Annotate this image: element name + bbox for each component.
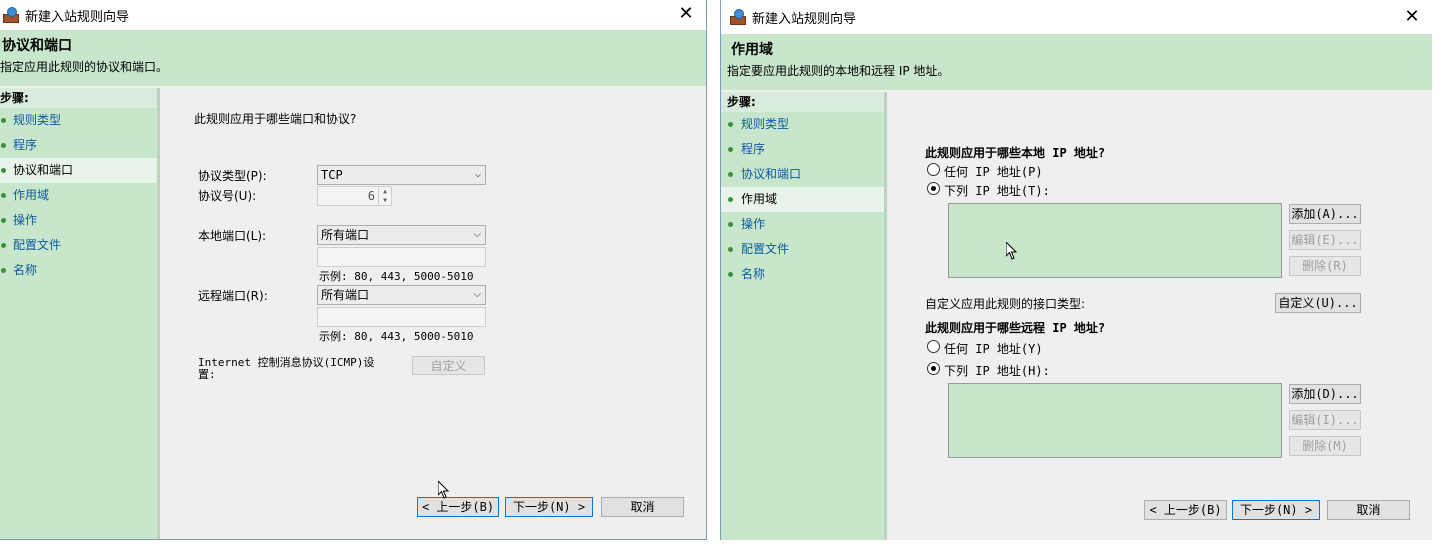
bullet-icon <box>728 197 733 202</box>
step-scope[interactable]: 作用域 <box>721 187 884 212</box>
firewall-icon <box>730 9 746 25</box>
chevron-down-icon: ⌵ <box>473 289 481 300</box>
window-title: 新建入站规则向导 <box>25 9 130 25</box>
page-header: 协议和端口 指定应用此规则的协议和端口。 <box>0 30 706 86</box>
chevron-down-icon: ⌵ <box>474 169 481 180</box>
icmp-customize-button[interactable]: 自定义 <box>412 356 485 375</box>
step-rule-type[interactable]: 规则类型 <box>0 108 157 133</box>
steps-heading: 步骤: <box>721 92 884 112</box>
remote-port-label: 远程端口(R): <box>198 289 268 303</box>
step-scope[interactable]: 作用域 <box>0 183 157 208</box>
local-add-button[interactable]: 添加(A)... <box>1289 204 1361 224</box>
protocol-number-label: 协议号(U): <box>198 189 257 203</box>
next-button[interactable]: 下一步(N) > <box>1232 500 1320 520</box>
page-description: 指定应用此规则的协议和端口。 <box>0 60 169 74</box>
remote-any-ip-radio[interactable] <box>927 340 940 353</box>
bullet-icon <box>728 247 733 252</box>
window-title: 新建入站规则向导 <box>752 11 857 27</box>
firewall-icon <box>3 7 19 23</box>
bullet-icon <box>728 272 733 277</box>
remote-port-input[interactable] <box>317 307 486 327</box>
content-area: 此规则应用于哪些本地 IP 地址? 任何 IP 地址(P) 下列 IP 地址(T… <box>884 92 1432 540</box>
protocol-type-label: 协议类型(P): <box>198 169 267 183</box>
bullet-icon <box>728 147 733 152</box>
title-bar: 新建入站规则向导 ✕ <box>0 0 706 30</box>
step-profile[interactable]: 配置文件 <box>0 233 157 258</box>
next-button[interactable]: 下一步(N) > <box>505 497 593 517</box>
wizard-window-protocol-ports: 新建入站规则向导 ✕ 协议和端口 指定应用此规则的协议和端口。 步骤: 规则类型… <box>0 0 707 540</box>
bullet-icon <box>1 218 6 223</box>
page-header: 作用域 指定要应用此规则的本地和远程 IP 地址。 <box>721 34 1432 90</box>
step-program[interactable]: 程序 <box>721 137 884 162</box>
bullet-icon <box>1 118 6 123</box>
local-remove-button[interactable]: 删除(R) <box>1289 256 1361 276</box>
wizard-window-scope: 新建入站规则向导 ✕ 作用域 指定要应用此规则的本地和远程 IP 地址。 步骤:… <box>720 0 1432 540</box>
local-port-example: 示例: 80, 443, 5000-5010 <box>319 270 474 283</box>
step-action[interactable]: 操作 <box>721 212 884 237</box>
bullet-icon <box>1 193 6 198</box>
interface-customize-button[interactable]: 自定义(U)... <box>1275 293 1361 313</box>
local-ip-list[interactable] <box>948 203 1282 278</box>
bullet-icon <box>1 243 6 248</box>
step-protocol-ports[interactable]: 协议和端口 <box>721 162 884 187</box>
steps-panel: 步骤: 规则类型 程序 协议和端口 作用域 操作 配置文件 名称 <box>721 92 884 540</box>
cancel-button[interactable]: 取消 <box>601 497 684 517</box>
step-action[interactable]: 操作 <box>0 208 157 233</box>
local-edit-button[interactable]: 编辑(E)... <box>1289 230 1361 250</box>
close-icon[interactable]: ✕ <box>1402 7 1422 27</box>
protocol-type-select[interactable]: TCP ⌵ <box>317 165 486 185</box>
remote-port-select[interactable]: 所有端口 ⌵ <box>317 285 486 305</box>
steps-panel: 步骤: 规则类型 程序 协议和端口 作用域 操作 配置文件 名称 <box>0 88 157 539</box>
question-label: 此规则应用于哪些端口和协议? <box>194 112 357 126</box>
bullet-icon <box>1 168 6 173</box>
icmp-label: Internet 控制消息协议(ICMP)设置: <box>198 356 375 381</box>
steps-heading: 步骤: <box>0 88 157 108</box>
protocol-number-stepper[interactable]: 6 ▲ ▼ <box>317 186 392 206</box>
step-profile[interactable]: 配置文件 <box>721 237 884 262</box>
remote-add-button[interactable]: 添加(D)... <box>1289 384 1361 404</box>
local-any-ip-label: 任何 IP 地址(P) <box>944 165 1043 179</box>
chevron-down-icon: ⌵ <box>473 229 481 240</box>
step-rule-type[interactable]: 规则类型 <box>721 112 884 137</box>
local-list-ip-label: 下列 IP 地址(T): <box>944 184 1050 198</box>
interface-type-label: 自定义应用此规则的接口类型: <box>925 297 1086 311</box>
bullet-icon <box>1 268 6 273</box>
local-list-ip-radio[interactable] <box>927 182 940 195</box>
local-port-select[interactable]: 所有端口 ⌵ <box>317 225 486 245</box>
remote-remove-button[interactable]: 删除(M) <box>1289 436 1361 456</box>
local-ip-question: 此规则应用于哪些本地 IP 地址? <box>925 146 1106 160</box>
local-port-input[interactable] <box>317 247 486 267</box>
local-any-ip-radio[interactable] <box>927 163 940 176</box>
remote-any-ip-label: 任何 IP 地址(Y) <box>944 342 1043 356</box>
local-port-label: 本地端口(L): <box>198 229 267 243</box>
title-bar: 新建入站规则向导 ✕ <box>721 0 1432 34</box>
remote-port-example: 示例: 80, 443, 5000-5010 <box>319 330 474 343</box>
remote-list-ip-label: 下列 IP 地址(H): <box>944 364 1050 378</box>
back-button[interactable]: < 上一步(B) <box>1144 500 1227 520</box>
content-area: 此规则应用于哪些端口和协议? 协议类型(P): TCP ⌵ 协议号(U): 6 … <box>157 88 706 539</box>
page-description: 指定要应用此规则的本地和远程 IP 地址。 <box>727 64 950 78</box>
bullet-icon <box>728 172 733 177</box>
step-program[interactable]: 程序 <box>0 133 157 158</box>
bullet-icon <box>1 143 6 148</box>
spin-arrows-icon: ▲ ▼ <box>378 187 391 205</box>
step-protocol-ports[interactable]: 协议和端口 <box>0 158 157 183</box>
cancel-button[interactable]: 取消 <box>1327 500 1410 520</box>
remote-ip-list[interactable] <box>948 383 1282 458</box>
bullet-icon <box>728 122 733 127</box>
step-name[interactable]: 名称 <box>721 262 884 287</box>
remote-ip-question: 此规则应用于哪些远程 IP 地址? <box>925 321 1106 335</box>
remote-list-ip-radio[interactable] <box>927 362 940 375</box>
close-icon[interactable]: ✕ <box>676 4 696 24</box>
step-name[interactable]: 名称 <box>0 258 157 283</box>
page-title: 作用域 <box>731 42 773 58</box>
page-title: 协议和端口 <box>2 38 72 54</box>
back-button[interactable]: < 上一步(B) <box>417 497 499 517</box>
remote-edit-button[interactable]: 编辑(I)... <box>1289 410 1361 430</box>
bullet-icon <box>728 222 733 227</box>
